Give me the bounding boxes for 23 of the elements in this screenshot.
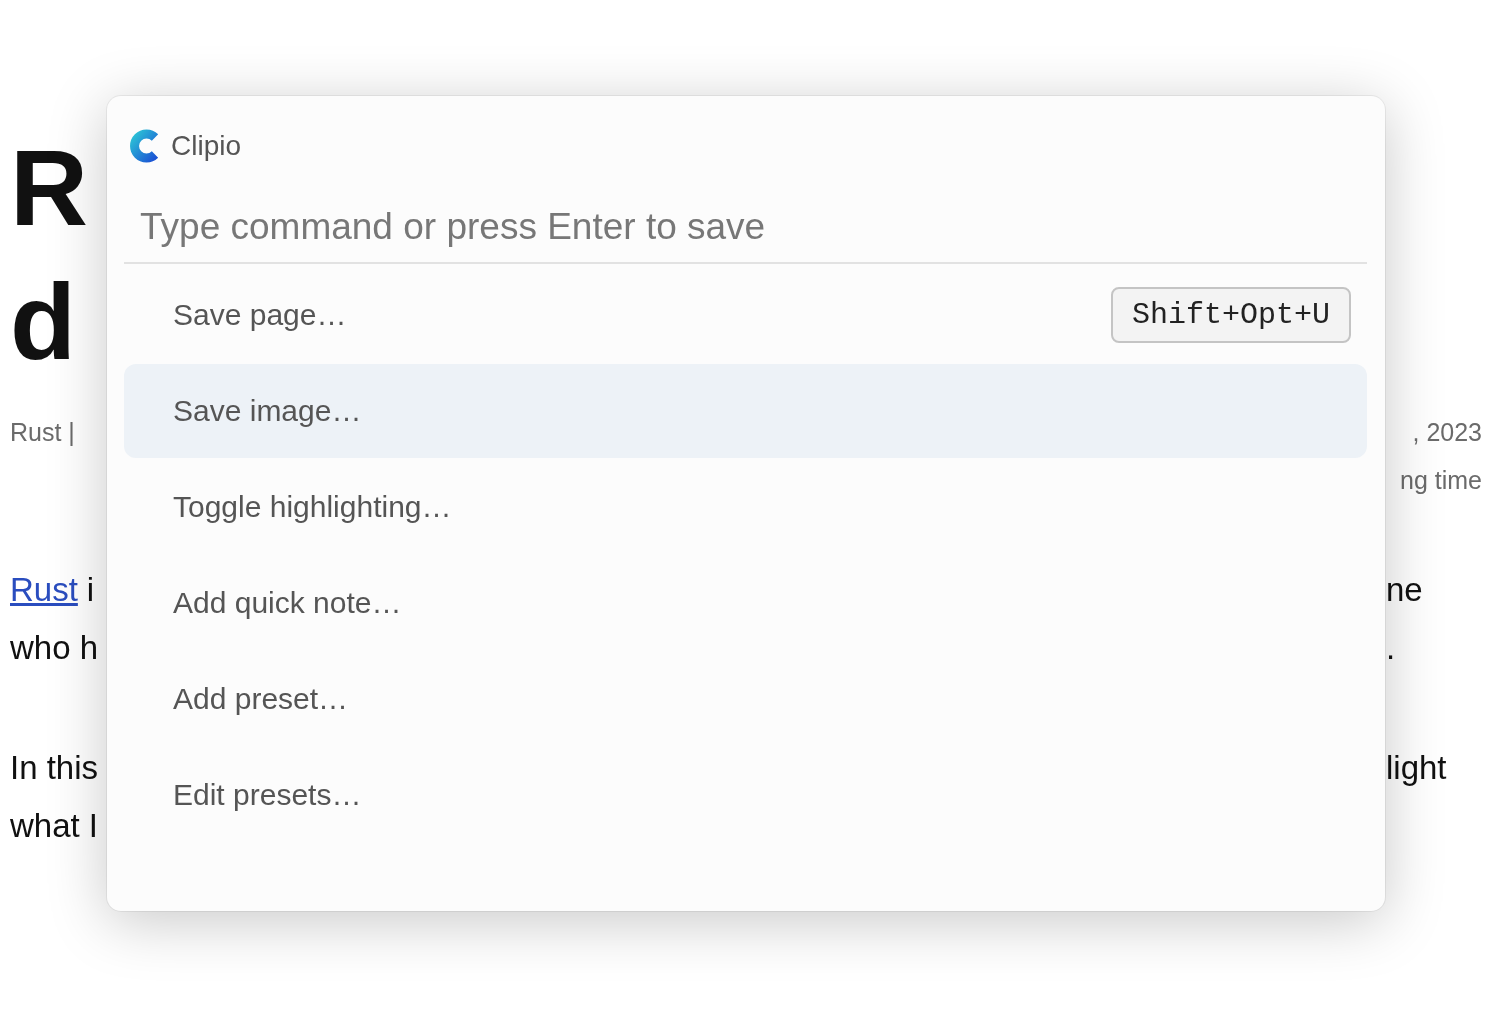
article-heading: d <box>10 268 76 376</box>
paragraph-text: In this <box>10 749 99 787</box>
command-item[interactable]: Save page… Shift+Opt+U <box>124 268 1367 362</box>
command-item[interactable]: Save image… <box>124 364 1367 458</box>
paragraph-text: what I <box>10 807 99 845</box>
shortcut-key: Shift+Opt+U <box>1110 287 1351 343</box>
article-meta: ng time <box>1400 465 1483 495</box>
paragraph-text: i <box>86 571 95 609</box>
article-heading: R <box>10 134 88 242</box>
logo-icon <box>127 128 161 164</box>
command-field[interactable]: Type command or press Enter to save <box>124 192 1367 262</box>
paragraph-text: who h <box>10 629 99 667</box>
article-tags: Rust | <box>10 417 75 447</box>
paragraph-text: ne <box>1386 571 1423 609</box>
paragraph-text: light <box>1386 749 1447 787</box>
command-item[interactable]: Edit presets… <box>124 748 1367 842</box>
command-item[interactable]: Add quick note… <box>124 556 1367 650</box>
command-item[interactable]: Toggle highlighting… <box>124 460 1367 554</box>
rust-link[interactable]: Rust <box>10 571 78 609</box>
command-item[interactable]: Add preset… <box>124 652 1367 746</box>
app-name: Clipio <box>171 130 242 162</box>
article-meta: , 2023 <box>1412 417 1483 447</box>
paragraph-text: . <box>1386 629 1396 667</box>
